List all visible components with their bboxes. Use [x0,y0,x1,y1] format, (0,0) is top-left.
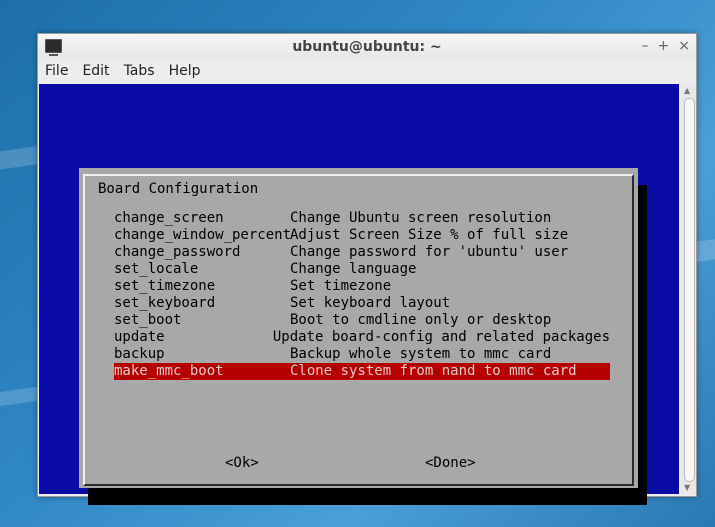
item-desc: Change password for 'ubuntu' user [290,244,569,260]
list-item[interactable]: set_locale Change language [114,261,610,278]
item-desc: Change language [290,261,417,277]
list-item[interactable]: backup Backup whole system to mmc card [114,346,610,363]
menu-file[interactable]: File [45,63,68,79]
terminal-area[interactable]: Board Configuration change_screen Change … [39,84,679,505]
item-desc: Boot to cmdline only or desktop [290,312,552,328]
item-desc: Clone system from nand to mmc card [290,363,577,379]
item-desc: Update board-config and related packages [272,329,610,345]
desktop-streak [0,145,41,173]
scroll-down-icon[interactable]: ▼ [684,483,690,492]
scroll-up-icon[interactable]: ▲ [684,86,690,95]
item-desc: Set keyboard layout [290,295,451,311]
dialog-title: Board Configuration [98,181,259,197]
terminal-window: ubuntu@ubuntu: ~ – + × File Edit Tabs He… [37,33,697,505]
item-tag: set_timezone [114,278,216,294]
list-item[interactable]: change_screen Change Ubuntu screen resolu… [114,210,610,227]
item-desc: Change Ubuntu screen resolution [290,210,552,226]
maximize-icon[interactable]: + [658,38,670,54]
minimize-icon[interactable]: – [642,38,649,54]
item-tag: set_boot [114,312,182,328]
item-tag: set_locale [114,261,199,277]
window-title: ubuntu@ubuntu: ~ [292,38,442,55]
list-item[interactable]: change_password Change password for 'ubun… [114,244,610,261]
menu-tabs[interactable]: Tabs [124,63,155,79]
item-tag: change_window_percent [114,227,292,243]
ok-button[interactable]: <Ok> [225,455,259,471]
scroll-thumb[interactable] [684,98,695,482]
item-tag: backup [114,346,165,362]
board-config-dialog: Board Configuration change_screen Change … [79,168,638,488]
scrollbar[interactable]: ▲ ▼ [681,84,696,494]
window-controls: – + × [642,38,690,54]
item-desc: Backup whole system to mmc card [290,346,552,362]
list-item[interactable]: change_window_percent Adjust Screen Size … [114,227,610,244]
list-item[interactable]: set_keyboard Set keyboard layout [114,295,610,312]
list-item[interactable]: set_timezone Set timezone [114,278,610,295]
title-bar[interactable]: ubuntu@ubuntu: ~ – + × [38,34,696,59]
list-item[interactable]: set_boot Boot to cmdline only or desktop [114,312,610,329]
item-desc: Set timezone [290,278,392,294]
menu-edit[interactable]: Edit [82,63,109,79]
done-button[interactable]: <Done> [425,455,476,471]
desktop-streak [0,386,41,408]
item-tag: make_mmc_boot [114,363,224,379]
terminal-icon [45,39,62,56]
item-tag: change_screen [114,210,224,226]
item-desc: Adjust Screen Size % of full size [290,227,569,243]
item-tag: change_password [114,244,241,260]
menu-bar: File Edit Tabs Help [38,59,696,83]
close-icon[interactable]: × [678,38,690,54]
item-tag: update [114,329,165,345]
list-item[interactable]: update Update board-config and related pa… [114,329,610,346]
dialog-frame: Board Configuration change_screen Change … [83,174,634,486]
list-item[interactable]: make_mmc_boot Clone system from nand to m… [114,363,610,380]
item-tag: set_keyboard [114,295,216,311]
menu-help[interactable]: Help [169,63,201,79]
option-list: change_screen Change Ubuntu screen resolu… [114,210,610,380]
